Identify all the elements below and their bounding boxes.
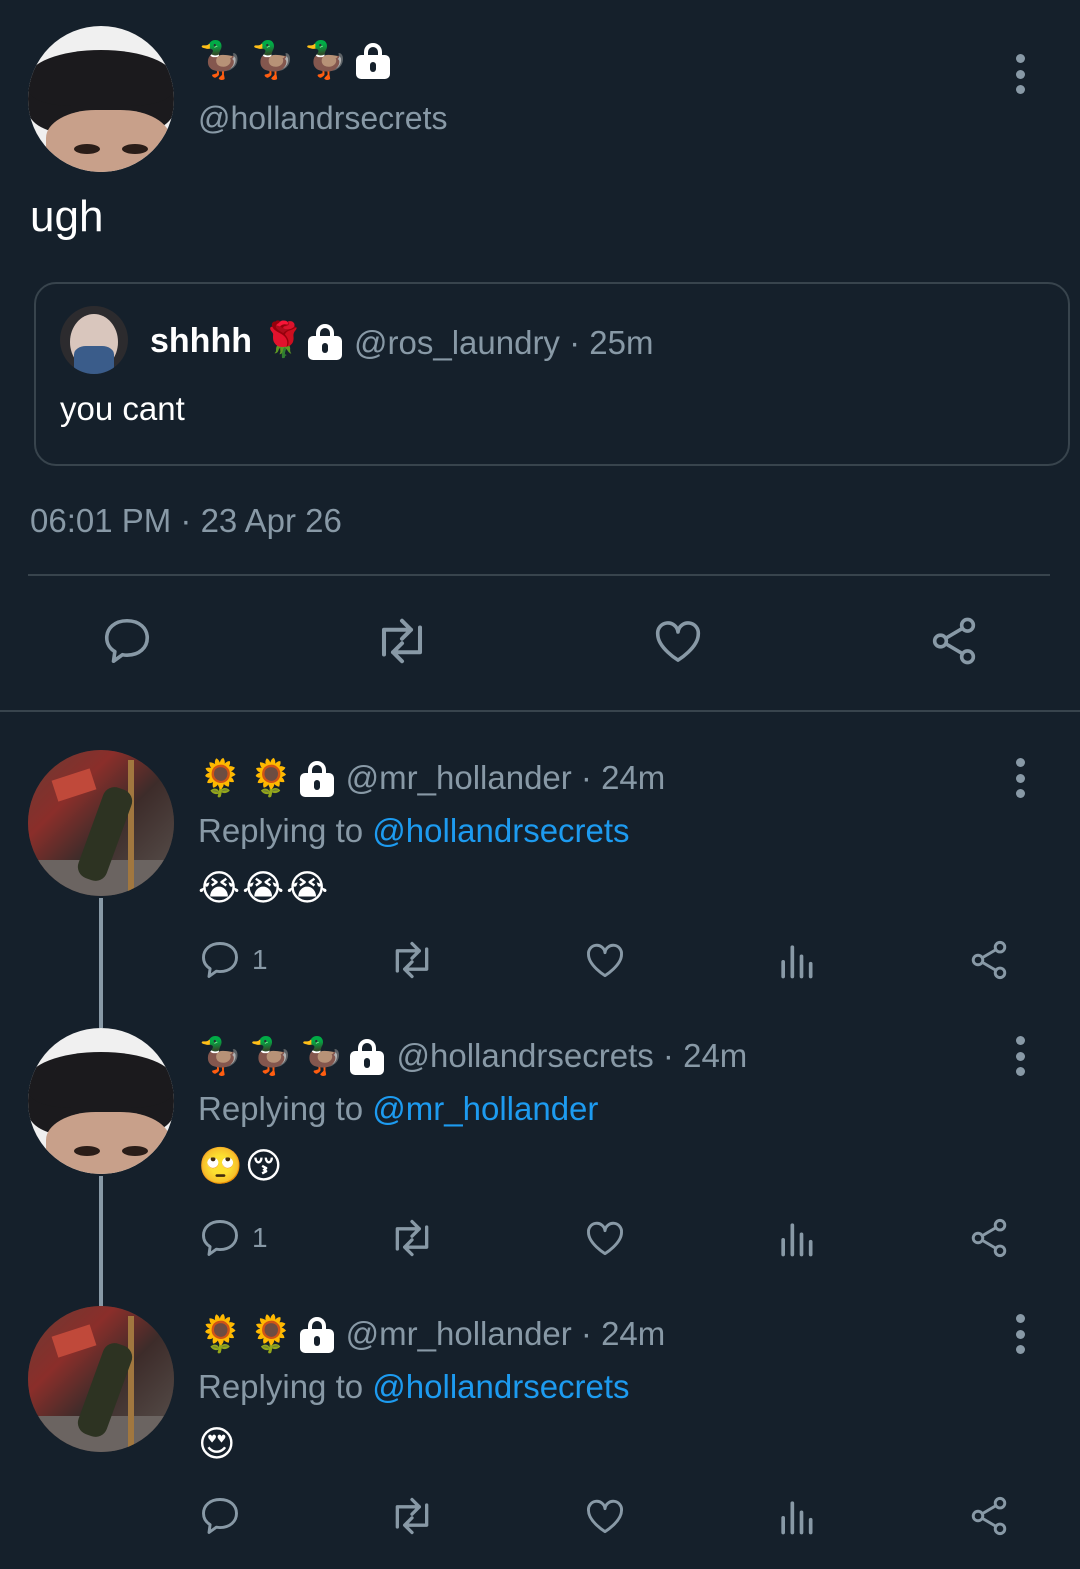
lock-icon	[356, 41, 391, 79]
sunflower-emoji: 🌻	[198, 1313, 243, 1354]
reply-text: 😭😭😭	[198, 867, 331, 908]
reply-actions: 1	[0, 940, 1080, 996]
share-icon[interactable]	[966, 938, 1012, 982]
reply-tweet[interactable]: 🌻 🌻 @mr_hollander · 24m Replying to @hol…	[0, 750, 1080, 1008]
duck-emoji: 🦆	[299, 1035, 345, 1076]
tweet-thread-page: 🦆 🦆 🦆 @hollandrsecrets ugh shhhh 🌹 @ros_…	[0, 0, 1080, 1569]
share-icon[interactable]	[926, 614, 982, 668]
duck-emoji: 🦆	[303, 39, 349, 80]
lock-icon	[308, 322, 342, 360]
divider	[0, 710, 1080, 712]
duck-emoji: 🦆	[248, 1035, 294, 1076]
share-icon[interactable]	[966, 1216, 1012, 1260]
stats-icon[interactable]	[776, 1494, 816, 1538]
heart-icon[interactable]	[582, 1216, 628, 1260]
avatar[interactable]	[28, 1306, 174, 1452]
reply-actions: 1	[0, 1218, 1080, 1274]
heart-icon[interactable]	[650, 614, 706, 668]
replying-to: Replying to @hollandrsecrets	[198, 1368, 630, 1406]
replying-to: Replying to @hollandrsecrets	[198, 812, 630, 850]
retweet-icon[interactable]	[370, 614, 434, 668]
reply-handle-time[interactable]: @mr_hollander · 24m	[346, 759, 666, 797]
user-handle[interactable]: @hollandrsecrets	[198, 100, 447, 137]
more-icon[interactable]	[1015, 1314, 1025, 1354]
duck-emoji: 🦆	[198, 39, 243, 80]
quoted-tweet[interactable]: shhhh 🌹 @ros_laundry · 25m you cant	[34, 282, 1070, 466]
reply-text: 🙄😚	[198, 1145, 285, 1186]
avatar[interactable]	[28, 26, 174, 172]
reply-count: 1	[252, 944, 268, 975]
duck-emoji: 🦆	[198, 1035, 243, 1076]
share-icon[interactable]	[966, 1494, 1012, 1538]
retweet-icon[interactable]	[386, 1494, 438, 1538]
reply-count: 1	[252, 1222, 268, 1253]
replying-to-link[interactable]: @hollandrsecrets	[372, 812, 629, 849]
replying-to-label: Replying to	[198, 812, 364, 849]
heart-icon[interactable]	[582, 1494, 628, 1538]
retweet-icon[interactable]	[386, 1216, 438, 1260]
avatar[interactable]	[28, 1028, 174, 1174]
display-name: 🦆 🦆 🦆	[198, 39, 391, 80]
more-icon[interactable]	[1015, 758, 1025, 798]
stats-icon[interactable]	[776, 1216, 816, 1260]
lock-icon	[299, 759, 334, 797]
rose-emoji: 🌹	[262, 321, 305, 359]
lock-icon	[350, 1037, 385, 1075]
tweet-timestamp: 06:01 PM · 23 Apr 26	[30, 502, 342, 539]
reply-header: 🌻 🌻 @mr_hollander · 24m	[198, 1314, 665, 1354]
divider	[28, 574, 1050, 576]
sunflower-emoji: 🌻	[248, 757, 294, 798]
replying-to-link[interactable]: @mr_hollander	[372, 1090, 598, 1127]
reply-handle-time[interactable]: @hollandrsecrets · 24m	[396, 1037, 747, 1075]
replying-to-label: Replying to	[198, 1368, 364, 1405]
quote-avatar	[60, 306, 128, 374]
quote-display-name: shhhh	[150, 322, 252, 360]
reply-handle-time[interactable]: @mr_hollander · 24m	[346, 1315, 666, 1353]
reply-tweet[interactable]: 🦆 🦆 🦆 @hollandrsecrets · 24m Replying to…	[0, 1028, 1080, 1286]
duck-emoji: 🦆	[250, 39, 296, 80]
retweet-icon[interactable]	[386, 938, 438, 982]
lock-icon	[299, 1315, 334, 1353]
reply-icon[interactable]	[198, 1494, 242, 1538]
heart-icon[interactable]	[582, 938, 628, 982]
reply-icon[interactable]	[100, 614, 154, 668]
reply-header: 🌻 🌻 @mr_hollander · 24m	[198, 758, 665, 798]
reply-header: 🦆 🦆 🦆 @hollandrsecrets · 24m	[198, 1036, 747, 1076]
avatar[interactable]	[28, 750, 174, 896]
more-icon[interactable]	[1015, 54, 1025, 94]
reply-tweet[interactable]: 🌻 🌻 @mr_hollander · 24m Replying to @hol…	[0, 1306, 1080, 1564]
replying-to-label: Replying to	[198, 1090, 364, 1127]
more-icon[interactable]	[1015, 1036, 1025, 1076]
quote-text: you cant	[60, 390, 185, 427]
replying-to-link[interactable]: @hollandrsecrets	[372, 1368, 629, 1405]
tweet-text: ugh	[30, 192, 104, 241]
main-tweet: 🦆 🦆 🦆 @hollandrsecrets ugh shhhh 🌹 @ros_…	[0, 0, 1080, 712]
sunflower-emoji: 🌻	[198, 757, 243, 798]
replying-to: Replying to @mr_hollander	[198, 1090, 598, 1128]
reply-actions	[0, 1496, 1080, 1552]
reply-icon[interactable]	[198, 938, 242, 982]
quote-handle-time: @ros_laundry · 25m	[354, 324, 654, 361]
sunflower-emoji: 🌻	[248, 1313, 294, 1354]
reply-text: 😍	[198, 1423, 238, 1464]
reply-icon[interactable]	[198, 1216, 242, 1260]
stats-icon[interactable]	[776, 938, 816, 982]
